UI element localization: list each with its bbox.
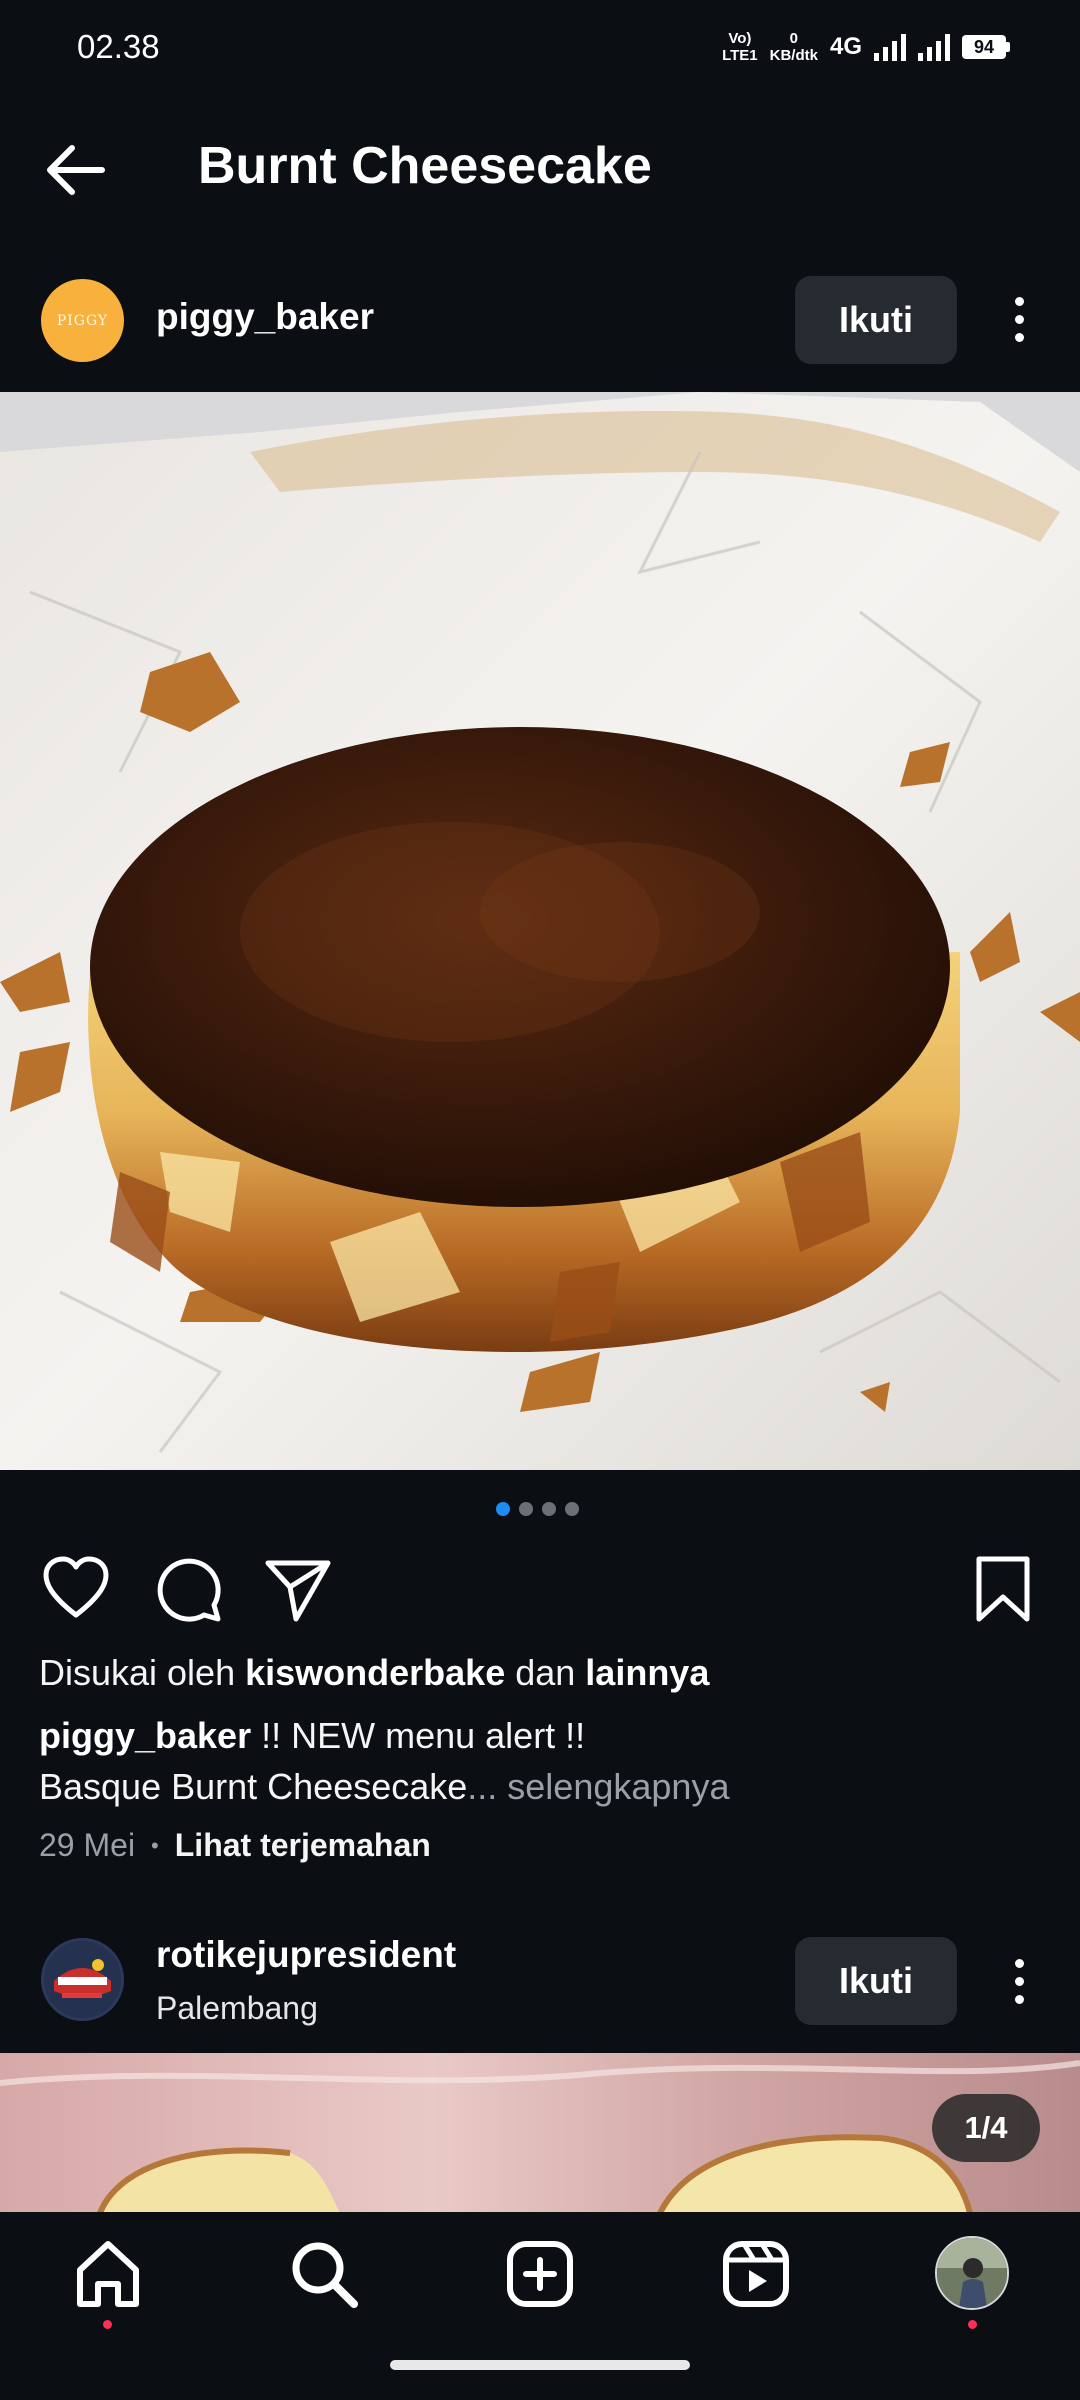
likes-middle: dan	[505, 1652, 586, 1693]
carousel-dot	[565, 1502, 579, 1516]
page-title: Burnt Cheesecake	[198, 137, 652, 195]
comment-icon[interactable]	[152, 1553, 224, 1625]
signal-icon	[874, 33, 906, 61]
caption[interactable]: piggy_baker !! NEW menu alert !! Basque …	[39, 1710, 729, 1812]
see-translation-link[interactable]: Lihat terjemahan	[175, 1827, 431, 1864]
cheesecake-photo	[0, 392, 1080, 1470]
speed-value: 0	[789, 30, 798, 47]
caption-line-1: piggy_baker !! NEW menu alert !!	[39, 1710, 729, 1761]
bookmark-icon[interactable]	[967, 1553, 1039, 1625]
status-bar: 02.38 Vo) LTE1 0 KB/dtk 4G 94	[0, 0, 1080, 96]
home-notification-dot	[103, 2320, 112, 2329]
post2-location[interactable]: Palembang	[156, 1990, 318, 2027]
more-options-icon-2[interactable]	[999, 1951, 1039, 2011]
post-date: 29 Mei	[39, 1827, 136, 1863]
caption-line-2: Basque Burnt Cheesecake... selengkapnya	[39, 1761, 729, 1812]
separator: •	[151, 1832, 159, 1858]
likes-others[interactable]: lainnya	[585, 1652, 709, 1693]
follow-button-2[interactable]: Ikuti	[795, 1937, 957, 2025]
network-type: 4G	[829, 33, 862, 60]
status-time: 02.38	[77, 28, 160, 65]
battery-level: 94	[962, 35, 1006, 59]
post2-photo	[0, 2053, 1080, 2213]
reels-icon[interactable]	[718, 2236, 794, 2312]
search-icon[interactable]	[286, 2236, 362, 2312]
post-meta: 29 Mei • Lihat terjemahan	[39, 1827, 431, 1864]
share-icon[interactable]	[262, 1553, 334, 1625]
signal-icon-2	[918, 33, 950, 61]
see-more-link[interactable]: ... selengkapnya	[467, 1766, 729, 1807]
battery-icon: 94	[962, 35, 1010, 59]
home-icon[interactable]	[70, 2236, 146, 2312]
profile-avatar[interactable]	[935, 2236, 1009, 2310]
avatar[interactable]: PIGGY	[41, 279, 124, 362]
carousel-dot-active	[496, 1502, 510, 1516]
carousel-counter: 1/4	[932, 2094, 1040, 2162]
profile-photo	[937, 2238, 1007, 2308]
carousel-dot	[542, 1502, 556, 1516]
volte-indicator: Vo) LTE1	[722, 30, 758, 64]
caption-username[interactable]: piggy_baker	[39, 1715, 251, 1756]
post-username[interactable]: piggy_baker	[156, 296, 374, 338]
speed-unit: KB/dtk	[769, 47, 818, 64]
caption-text: !! NEW menu alert !!	[251, 1715, 586, 1756]
post-image[interactable]	[0, 392, 1080, 1470]
likes-user[interactable]: kiswonderbake	[245, 1652, 505, 1693]
arrow-left-icon[interactable]	[40, 140, 110, 200]
heart-icon[interactable]	[40, 1553, 112, 1625]
follow-button[interactable]: Ikuti	[795, 276, 957, 364]
create-icon[interactable]	[502, 2236, 578, 2312]
more-options-icon[interactable]	[999, 289, 1039, 349]
post2-username[interactable]: rotikejupresident	[156, 1934, 456, 1976]
avatar-logo-text: PIGGY	[56, 312, 109, 329]
home-indicator[interactable]	[390, 2360, 690, 2370]
network-speed: 0 KB/dtk	[770, 30, 818, 64]
avatar-2[interactable]	[41, 1938, 124, 2021]
carousel-dot	[519, 1502, 533, 1516]
likes-prefix: Disukai oleh	[39, 1652, 246, 1693]
status-icons: Vo) LTE1 0 KB/dtk 4G 94	[722, 24, 1010, 70]
volte-bottom: LTE1	[722, 47, 758, 64]
caption-line2-text: Basque Burnt Cheesecake	[39, 1766, 468, 1807]
carousel-indicator	[496, 1502, 579, 1516]
volte-top: Vo)	[728, 30, 752, 47]
store-logo-icon	[44, 1941, 121, 2018]
likes-text[interactable]: Disukai oleh kiswonderbake dan lainnya	[39, 1652, 709, 1694]
post2-image[interactable]	[0, 2053, 1080, 2213]
profile-notification-dot	[968, 2320, 977, 2329]
